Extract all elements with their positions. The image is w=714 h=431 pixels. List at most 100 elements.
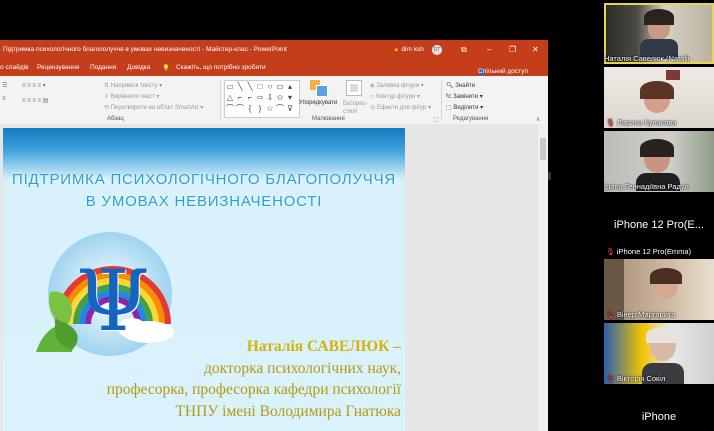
quick-styles-button[interactable]: Експрес-стилі (343, 100, 368, 116)
participant-name: Наталія Савелюк (Natalii (604, 54, 690, 63)
restore-button[interactable]: ❐ (509, 45, 516, 55)
participant-gallery: Наталія Савелюк (Natalii 🎙 Лариса Кулаков… (604, 0, 714, 431)
shape-outline-button[interactable]: ▱ Контур фігури ▾ (370, 93, 420, 100)
shape-fill-button[interactable]: ◈ Заливка фігури ▾ (370, 82, 424, 89)
participant-hair (640, 139, 674, 157)
participant-tile[interactable]: 🎙 Лариса Кулакова (604, 67, 714, 128)
participant-name: 🎙 Вінер Маргарита (606, 310, 676, 319)
shape-icon[interactable]: ⌒ (275, 103, 285, 114)
group-label-editing: Редагування (453, 116, 489, 122)
participant-name: iPhone 12 Pro(E... (614, 219, 704, 231)
tell-me-box[interactable]: Скажіть, що потрібно зробити (176, 64, 266, 71)
powerpoint-window: Підтримка психологічного благополуччя в … (0, 40, 548, 431)
quick-styles-icon[interactable] (346, 80, 362, 96)
participant-tile[interactable]: Ірина Геннадіївна Радул (604, 131, 714, 192)
tab-view[interactable]: Подання (90, 64, 116, 71)
slide-title-line2: В УМОВАХ НЕВИЗНАЧЕНОСТІ (85, 193, 323, 210)
participant-name: 🎙 Вікторія Сокіл (606, 374, 666, 383)
participant-hair (646, 327, 680, 343)
participant-name: iPhone (641, 411, 677, 423)
close-button[interactable]: ✕ (532, 45, 539, 55)
shape-icon[interactable]: △ (225, 92, 235, 103)
mic-muted-icon: 🎙 (606, 249, 615, 256)
alignment-buttons[interactable]: ≡ ≡ ≡ ≡ ▤ (22, 97, 48, 104)
shape-icon[interactable]: ○ (265, 81, 275, 92)
psi-symbol: Ψ (76, 252, 150, 350)
author-name: Наталія САВЕЛЮК – (246, 338, 401, 355)
shape-icon[interactable]: ⇨ (255, 92, 265, 103)
align-icon[interactable]: ≡ (2, 96, 6, 102)
window-title: Підтримка психологічного благополуччя в … (3, 46, 287, 53)
tab-slideshow[interactable]: о слайдів (0, 64, 28, 71)
shape-icon[interactable]: ▭ (275, 81, 285, 92)
collapse-ribbon-icon[interactable]: ∧ (536, 116, 540, 123)
mic-muted-icon: 🎙 (606, 376, 615, 383)
minimize-button[interactable]: – (487, 45, 491, 55)
shape-icon[interactable]: ⌐ (245, 92, 255, 103)
shape-icon[interactable]: ☆ (265, 103, 275, 114)
shape-icon[interactable]: } (255, 103, 265, 114)
user-account[interactable]: ▲ dim ksh (393, 46, 424, 53)
avatar[interactable]: DT (432, 45, 442, 55)
participant-name: 🎙 iPhone 12 Pro(Emma) (606, 247, 692, 256)
shape-icon[interactable]: ▭ (225, 81, 235, 92)
shape-icon[interactable]: ⌐ (235, 92, 245, 103)
participant-tile[interactable]: 🎙 Вікторія Сокіл (604, 323, 714, 384)
shape-icon[interactable]: □ (255, 81, 265, 92)
list-icon[interactable]: ☰ (2, 82, 7, 89)
shape-icon[interactable]: { (245, 103, 255, 114)
participant-name: 🎙 Лариса Кулакова (606, 118, 677, 127)
participant-tile[interactable]: 🎙 Вінер Маргарита (604, 259, 714, 320)
participant-hair (644, 9, 674, 25)
screen-share-margin (548, 40, 600, 431)
ribbon-tabs: о слайдів Рецензування Подання Довідка 💡… (0, 60, 548, 76)
shape-icon[interactable]: ╲ (245, 81, 255, 92)
shape-icon[interactable]: ⇩ (265, 92, 275, 103)
participant-hair (650, 268, 682, 284)
shape-icon[interactable]: ╲ (235, 81, 245, 92)
participant-name: Ірина Геннадіївна Радул (604, 182, 689, 191)
participant-tile[interactable]: Наталія Савелюк (Natalii (604, 3, 714, 64)
shape-icon[interactable]: ⌒ (235, 103, 245, 114)
shape-icon[interactable]: ▾ (285, 92, 295, 103)
participant-hair (640, 81, 674, 99)
lightbulb-icon: 💡 (162, 65, 171, 72)
participant-background (666, 70, 680, 80)
paragraph-buttons[interactable]: ≡ ≡ ≡ ≡ ▾ (22, 82, 46, 89)
replace-button[interactable]: ᵇc Замінити ▾ (446, 93, 483, 100)
tab-help[interactable]: Довідка (127, 64, 150, 71)
ribbon: ☰ ≡ ≡ ≡ ≡ ≡ ▾ ≡ ≡ ≡ ≡ ▤ ⇅ Напрямок текст… (0, 76, 548, 125)
participant-tile[interactable]: iPhone (604, 387, 714, 431)
author-block: Наталія САВЕЛЮК – докторка психологічних… (63, 336, 401, 422)
shape-icon[interactable]: ✩ (275, 92, 285, 103)
align-text-button[interactable]: ⇳ Вирівняти текст ▾ (104, 93, 159, 100)
divider (220, 80, 221, 120)
tab-review[interactable]: Рецензування (37, 64, 79, 71)
author-position: професорка, професорка кафедри психологі… (106, 381, 401, 398)
ribbon-display-options-icon[interactable]: ⧉ (461, 45, 467, 55)
find-button[interactable]: 🔍︎ Знайти (446, 82, 475, 89)
shapes-gallery[interactable]: ▭ ╲ ╲ □ ○ ▭ ▴ △ ⌐ ⌐ ⇨ ⇩ ✩ ▾ ⌒ ⌒{} ☆ ⌒ ⊽ (224, 80, 300, 118)
convert-smartart-button[interactable]: ⟲ Перетворити на об'єкт SmartArt ▾ (104, 104, 203, 111)
divider (441, 80, 442, 120)
group-label-paragraph: Абзац (107, 116, 124, 122)
vertical-scrollbar[interactable] (538, 124, 548, 431)
slide[interactable]: ПІДТРИМКА ПСИХОЛОГІЧНОГО БЛАГОПОЛУЧЧЯ В … (3, 128, 405, 431)
title-bar: Підтримка психологічного благополуччя в … (0, 40, 548, 60)
slide-title-line1: ПІДТРИМКА ПСИХОЛОГІЧНОГО БЛАГОПОЛУЧЧЯ (12, 171, 396, 188)
shape-icon[interactable]: ▴ (285, 81, 295, 92)
arrange-button[interactable]: Упорядкувати (299, 100, 337, 106)
author-degree: докторка психологічних наук, (204, 359, 401, 377)
shape-icon[interactable]: ⌒ (225, 103, 235, 114)
text-direction-button[interactable]: ⇅ Напрямок тексту ▾ (104, 82, 162, 89)
select-button[interactable]: ⬚ Виділити ▾ (446, 104, 483, 111)
participant-label-row: 🎙 iPhone 12 Pro(Emma) (604, 235, 714, 257)
dialog-launcher-icon[interactable]: ⬚ (433, 116, 439, 123)
divider (548, 172, 551, 180)
mic-muted-icon: 🎙 (606, 120, 615, 127)
arrange-icon[interactable] (310, 80, 328, 97)
shape-icon[interactable]: ⊽ (285, 103, 295, 114)
shape-effects-button[interactable]: ◎ Ефекти для фігур ▾ (370, 104, 431, 111)
scrollbar-thumb[interactable] (540, 138, 546, 160)
warning-icon: ▲ (393, 46, 400, 53)
